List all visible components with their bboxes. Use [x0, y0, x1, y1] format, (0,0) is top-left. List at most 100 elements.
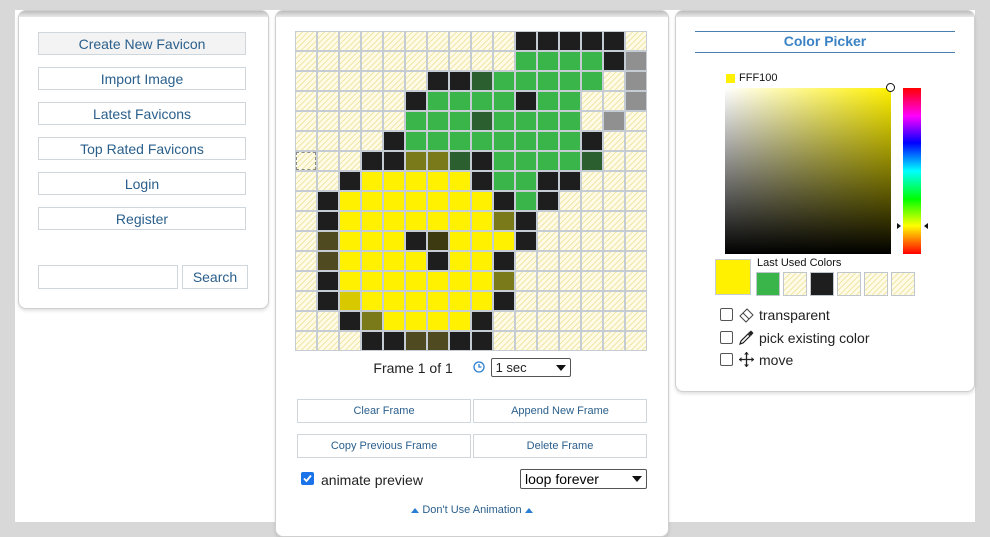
pixel-cell[interactable] [582, 92, 602, 110]
pixel-cell[interactable] [582, 332, 602, 350]
pixel-cell[interactable] [626, 32, 646, 50]
pixel-cell[interactable] [472, 252, 492, 270]
pixel-cell[interactable] [604, 232, 624, 250]
pick-existing-color-checkbox[interactable] [720, 331, 733, 344]
pixel-cell[interactable] [560, 72, 580, 90]
pixel-cell[interactable] [362, 32, 382, 50]
pixel-cell[interactable] [384, 332, 404, 350]
pixel-cell[interactable] [450, 272, 470, 290]
pixel-cell[interactable] [428, 332, 448, 350]
pixel-cell[interactable] [428, 72, 448, 90]
pixel-cell[interactable] [472, 212, 492, 230]
pixel-cell[interactable] [406, 192, 426, 210]
pixel-cell[interactable] [516, 112, 536, 130]
create-new-favicon-button[interactable]: Create New Favicon [38, 32, 246, 55]
pixel-cell[interactable] [340, 252, 360, 270]
pixel-cell[interactable] [604, 312, 624, 330]
pixel-cell[interactable] [604, 272, 624, 290]
pixel-cell[interactable] [428, 92, 448, 110]
pixel-cell[interactable] [318, 152, 338, 170]
pixel-cell[interactable] [318, 132, 338, 150]
last-used-color-swatch[interactable] [837, 272, 861, 296]
pixel-cell[interactable] [494, 52, 514, 70]
pixel-cell[interactable] [340, 332, 360, 350]
pixel-cell[interactable] [318, 232, 338, 250]
pixel-cell[interactable] [626, 292, 646, 310]
pixel-cell[interactable] [340, 172, 360, 190]
pixel-cell[interactable] [362, 212, 382, 230]
pixel-cell[interactable] [560, 192, 580, 210]
pixel-cell[interactable] [340, 232, 360, 250]
pixel-cell[interactable] [516, 132, 536, 150]
pixel-cell[interactable] [384, 212, 404, 230]
pixel-cell[interactable] [516, 92, 536, 110]
pixel-cell[interactable] [296, 332, 316, 350]
pixel-cell[interactable] [582, 232, 602, 250]
pixel-cell[interactable] [560, 252, 580, 270]
pixel-cell[interactable] [384, 292, 404, 310]
pixel-cell[interactable] [472, 52, 492, 70]
pixel-cell[interactable] [406, 212, 426, 230]
pixel-cell[interactable] [362, 312, 382, 330]
pixel-cell[interactable] [428, 52, 448, 70]
pixel-cell[interactable] [450, 32, 470, 50]
pixel-cell[interactable] [340, 112, 360, 130]
pixel-cell[interactable] [494, 192, 514, 210]
pixel-cell[interactable] [604, 32, 624, 50]
pixel-cell[interactable] [406, 172, 426, 190]
pixel-cell[interactable] [318, 32, 338, 50]
pixel-cell[interactable] [450, 312, 470, 330]
pixel-cell[interactable] [472, 132, 492, 150]
pixel-cell[interactable] [604, 132, 624, 150]
pixel-cell[interactable] [450, 212, 470, 230]
pixel-cell[interactable] [340, 292, 360, 310]
pixel-cell[interactable] [538, 152, 558, 170]
pixel-cell[interactable] [296, 152, 316, 170]
pixel-cell[interactable] [626, 192, 646, 210]
pixel-cell[interactable] [340, 132, 360, 150]
pixel-cell[interactable] [472, 32, 492, 50]
pixel-cell[interactable] [604, 72, 624, 90]
pixel-cell[interactable] [538, 272, 558, 290]
animate-preview-checkbox[interactable] [301, 472, 314, 485]
pixel-cell[interactable] [362, 172, 382, 190]
pixel-cell[interactable] [604, 252, 624, 270]
pixel-cell[interactable] [626, 172, 646, 190]
pixel-cell[interactable] [494, 32, 514, 50]
latest-favicons-button[interactable]: Latest Favicons [38, 102, 246, 125]
pixel-cell[interactable] [340, 92, 360, 110]
pixel-cell[interactable] [406, 72, 426, 90]
pixel-cell[interactable] [626, 232, 646, 250]
pixel-cell[interactable] [604, 192, 624, 210]
pixel-cell[interactable] [384, 252, 404, 270]
pixel-cell[interactable] [340, 192, 360, 210]
pixel-cell[interactable] [450, 232, 470, 250]
search-input[interactable] [38, 265, 178, 289]
pixel-cell[interactable] [626, 72, 646, 90]
pixel-cell[interactable] [362, 272, 382, 290]
top-rated-favicons-button[interactable]: Top Rated Favicons [38, 137, 246, 160]
pixel-cell[interactable] [428, 112, 448, 130]
pixel-cell[interactable] [538, 252, 558, 270]
pixel-cell[interactable] [604, 112, 624, 130]
pixel-cell[interactable] [362, 152, 382, 170]
pixel-cell[interactable] [362, 52, 382, 70]
pixel-cell[interactable] [582, 112, 602, 130]
pixel-cell[interactable] [384, 132, 404, 150]
pixel-cell[interactable] [538, 72, 558, 90]
pixel-cell[interactable] [538, 312, 558, 330]
pixel-cell[interactable] [604, 292, 624, 310]
pixel-cell[interactable] [604, 92, 624, 110]
pixel-cell[interactable] [604, 52, 624, 70]
pixel-cell[interactable] [626, 132, 646, 150]
pixel-cell[interactable] [472, 172, 492, 190]
pixel-cell[interactable] [406, 232, 426, 250]
pixel-cell[interactable] [384, 172, 404, 190]
pixel-cell[interactable] [318, 212, 338, 230]
pixel-cell[interactable] [450, 152, 470, 170]
pixel-cell[interactable] [560, 292, 580, 310]
pixel-cell[interactable] [428, 192, 448, 210]
pixel-cell[interactable] [362, 92, 382, 110]
pixel-cell[interactable] [384, 232, 404, 250]
pixel-cell[interactable] [296, 32, 316, 50]
